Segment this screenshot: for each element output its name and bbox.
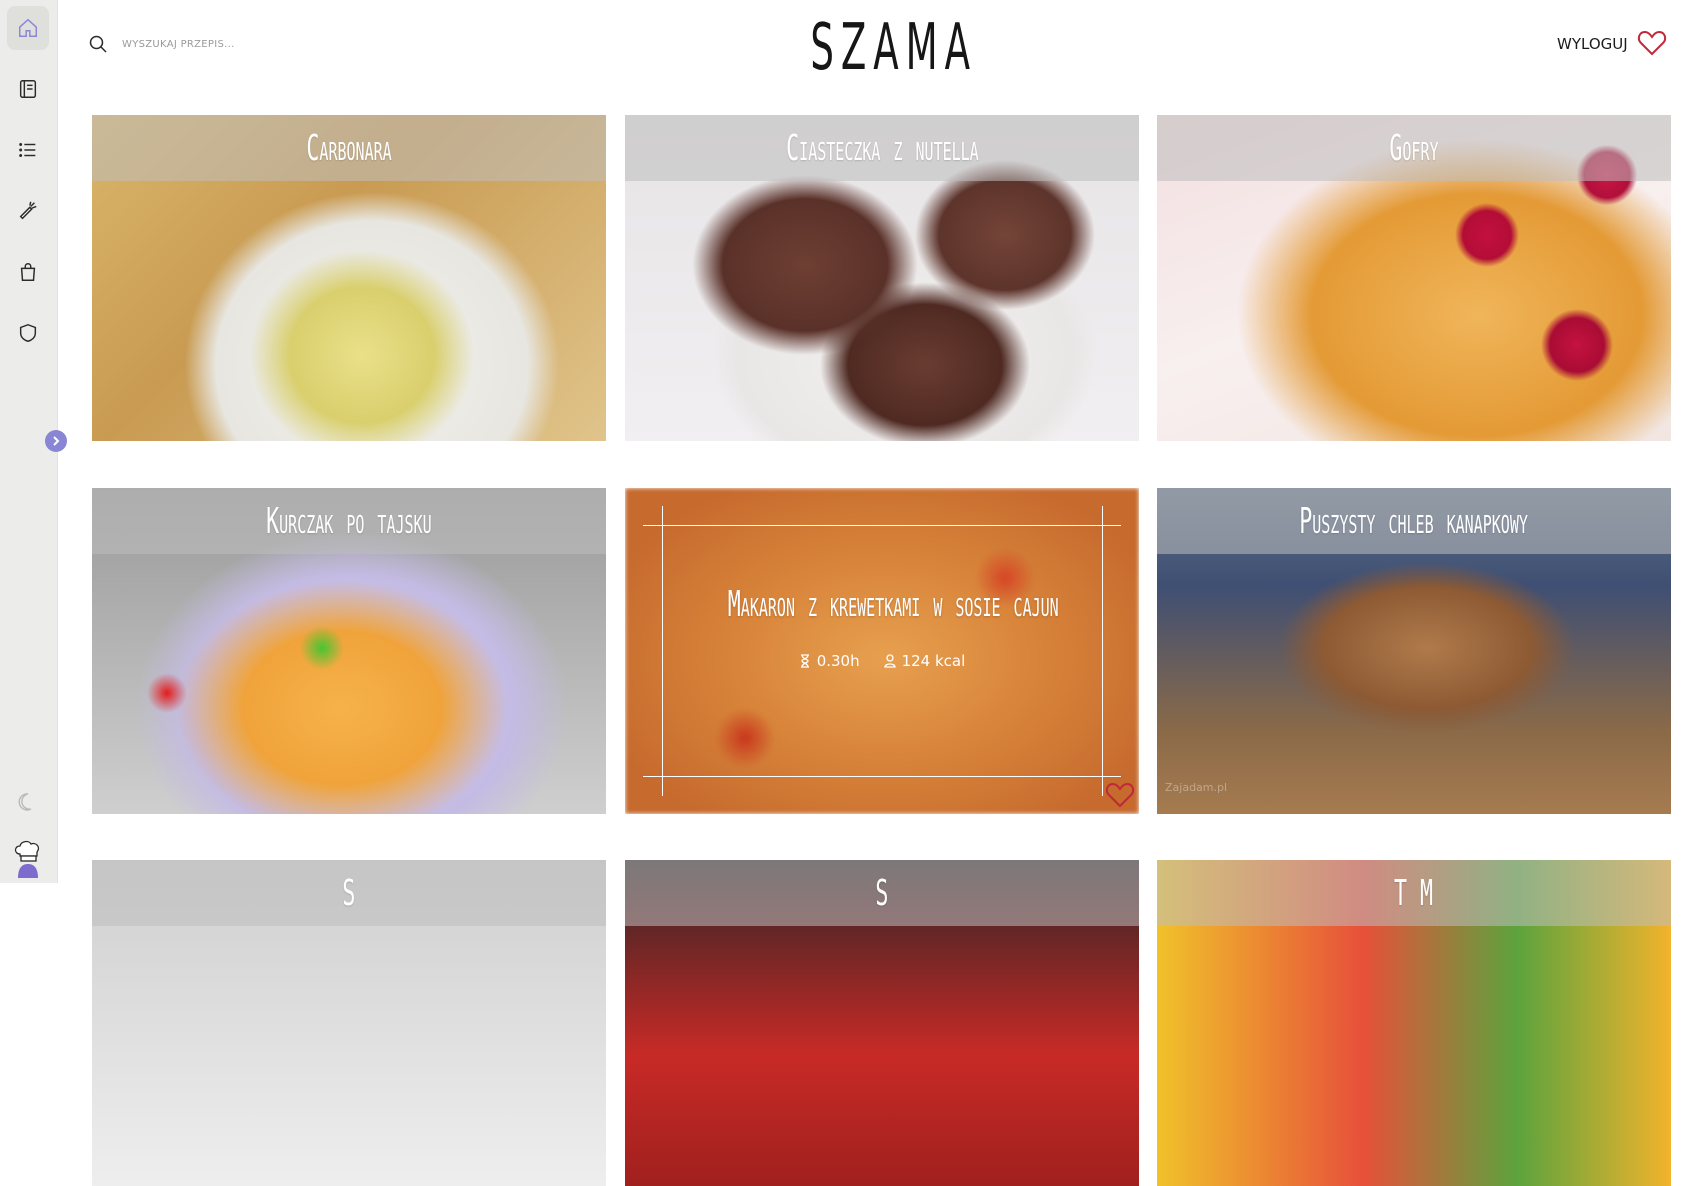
favorite-heart-icon[interactable] [1105, 781, 1135, 809]
sidebar-item-ingredients[interactable] [7, 189, 49, 233]
sidebar-expand-button[interactable] [45, 430, 67, 452]
list-icon [19, 143, 36, 157]
recipe-time: 0.30h [799, 652, 860, 670]
frame-line-bottom [643, 776, 1121, 777]
recipe-card-gofry[interactable]: Gofry [1157, 115, 1671, 441]
sidebar-item-shopping[interactable] [7, 250, 49, 294]
recipe-card-row3-2[interactable]: S [625, 860, 1139, 1186]
recipe-card-row3-1[interactable]: S [92, 860, 606, 1186]
recipe-title: Puszysty chleb kanapkowy [1299, 500, 1529, 542]
recipe-meta: 0.30h 124 kcal [625, 652, 1139, 670]
recipe-kcal: 124 kcal [883, 652, 966, 670]
recipe-card-carbonara[interactable]: Carbonara [92, 115, 606, 441]
recipe-card-row3-3[interactable]: T M [1157, 860, 1671, 1186]
recipe-title: T M [1394, 872, 1434, 914]
recipe-card-makaron-featured[interactable]: Makaron z krewetkami w sosie cajun 0.30h… [625, 488, 1139, 814]
home-icon [19, 18, 37, 37]
shield-icon [19, 323, 37, 343]
recipe-card-chleb[interactable]: Puszysty chleb kanapkowy Zajadam.pl [1157, 488, 1671, 814]
chef-avatar-icon[interactable] [10, 838, 46, 878]
recipe-title: Gofry [1389, 127, 1439, 169]
recipe-title-band: Gofry [1157, 115, 1671, 181]
moon-icon[interactable] [15, 790, 39, 814]
search-bar [88, 34, 342, 54]
sidebar [0, 0, 67, 883]
recipe-title: Makaron z krewetkami w sosie cajun [727, 584, 1059, 625]
frame-line-right [1102, 506, 1103, 796]
sidebar-item-home[interactable] [7, 6, 49, 50]
recipe-book-icon [19, 80, 37, 98]
recipe-title-band: S [92, 860, 606, 926]
recipe-title-band: T M [1157, 860, 1671, 926]
frame-line-top [643, 525, 1121, 526]
recipe-title: S [342, 872, 356, 914]
recipe-card-cookies[interactable]: Ciasteczka z nutella [625, 115, 1139, 441]
search-icon[interactable] [88, 34, 108, 54]
recipe-image [625, 488, 1139, 814]
chevron-right-icon [53, 436, 60, 446]
logout-button[interactable]: WYLOGUJ [1557, 35, 1628, 53]
recipe-kcal-value: 124 kcal [901, 652, 966, 670]
carrot-icon [19, 201, 37, 220]
sidebar-item-list[interactable] [7, 128, 49, 172]
search-input[interactable] [122, 38, 342, 50]
sidebar-item-recipes[interactable] [7, 67, 49, 111]
recipe-time-value: 0.30h [816, 652, 860, 670]
recipe-title: Ciasteczka z nutella [785, 127, 979, 169]
favorites-heart-icon[interactable] [1637, 29, 1667, 57]
recipe-title-band: Kurczak po tajsku [92, 488, 606, 554]
recipe-title-band: S [625, 860, 1139, 926]
sidebar-item-admin[interactable] [7, 311, 49, 355]
recipe-card-kurczak[interactable]: Kurczak po tajsku [92, 488, 606, 814]
shopping-bag-icon [20, 263, 36, 281]
image-watermark: Zajadam.pl [1165, 781, 1228, 794]
recipe-title: S [875, 872, 889, 914]
recipe-title-band: Carbonara [92, 115, 606, 181]
recipe-title-band: Ciasteczka z nutella [625, 115, 1139, 181]
frame-line-left [662, 506, 663, 796]
logo-text: SZAMA [810, 11, 978, 85]
recipe-title: Kurczak po tajsku [266, 500, 432, 542]
person-icon [883, 654, 896, 668]
logo[interactable]: SZAMA [760, 8, 1000, 88]
recipe-title-band: Puszysty chleb kanapkowy [1157, 488, 1671, 554]
recipe-title: Carbonara [306, 127, 392, 169]
hourglass-icon [800, 654, 809, 668]
